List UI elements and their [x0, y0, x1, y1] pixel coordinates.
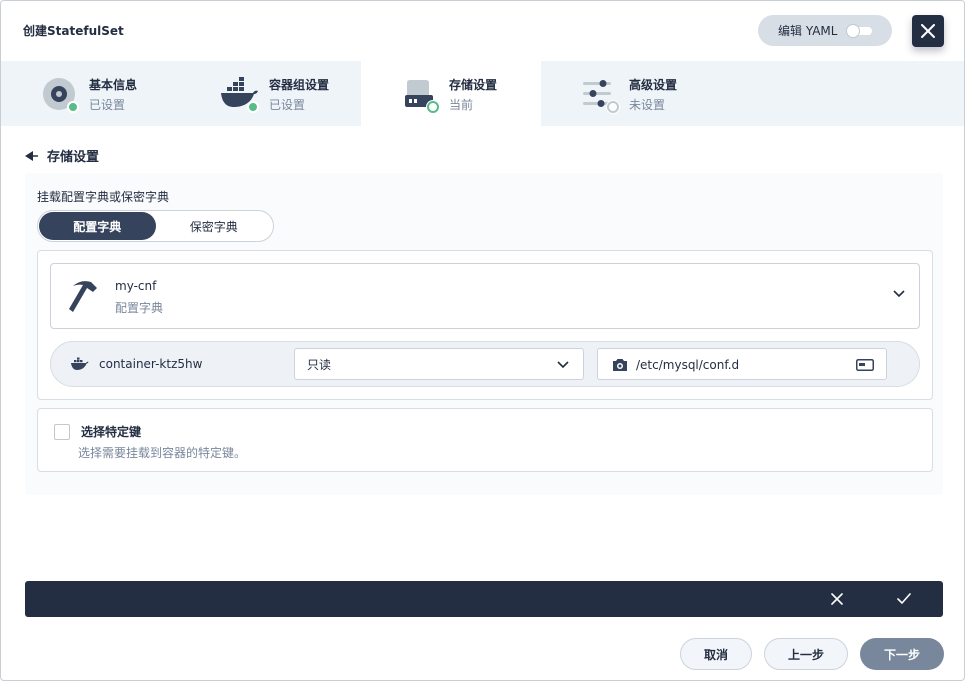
mount-type-label: 挂载配置字典或保密字典 — [37, 190, 170, 204]
storage-panel: 挂载配置字典或保密字典 配置字典 保密字典 my-cnf 配置字典 contai… — [25, 173, 943, 495]
close-icon[interactable] — [831, 593, 843, 605]
step-status: 已设置 — [269, 98, 306, 112]
cancel-button[interactable]: 取消 — [680, 638, 752, 670]
status-todo-dot — [607, 101, 619, 113]
check-icon[interactable] — [897, 593, 911, 605]
step-basic-info[interactable]: 基本信息 已设置 — [1, 61, 181, 126]
chevron-down-icon — [557, 361, 569, 369]
edit-confirm-bar — [25, 581, 943, 617]
close-icon — [921, 24, 935, 38]
next-button[interactable]: 下一步 — [860, 638, 944, 670]
status-done-dot — [247, 101, 259, 113]
container-mount-row: container-ktz5hw 只读 — [50, 341, 920, 387]
docker-icon — [71, 357, 89, 370]
step-status: 未设置 — [629, 98, 666, 112]
tab-secret[interactable]: 保密字典 — [156, 212, 273, 240]
section-title: 存储设置 — [47, 150, 100, 165]
toggle-switch-icon — [846, 24, 872, 38]
close-button[interactable] — [912, 15, 944, 47]
keyboard-icon[interactable] — [856, 359, 874, 371]
step-storage-settings[interactable]: 存储设置 当前 — [361, 61, 541, 126]
step-status: 已设置 — [89, 98, 126, 112]
mount-type-switch: 配置字典 保密字典 — [37, 210, 274, 242]
volume-card: my-cnf 配置字典 container-ktz5hw 只读 — [37, 250, 933, 400]
modal-title: 创建StatefulSet — [23, 24, 124, 38]
mount-path-input[interactable] — [636, 355, 846, 375]
tab-configmap[interactable]: 配置字典 — [39, 212, 156, 240]
selected-configmap-type: 配置字典 — [115, 301, 164, 315]
chevron-down-icon — [893, 290, 905, 298]
previous-button[interactable]: 上一步 — [764, 638, 848, 670]
status-current-dot — [427, 101, 439, 113]
create-statefulset-modal: 创建StatefulSet 编辑 YAML 基本信息 已设置 容器组设置 已设置… — [0, 0, 965, 681]
back-arrow-icon — [25, 150, 38, 161]
specific-keys-checkbox[interactable] — [54, 424, 70, 440]
container-name: container-ktz5hw — [99, 357, 203, 371]
step-title: 容器组设置 — [269, 78, 330, 92]
step-pod-settings[interactable]: 容器组设置 已设置 — [181, 61, 361, 126]
specific-keys-title: 选择特定键 — [81, 425, 142, 439]
step-title: 高级设置 — [629, 78, 678, 92]
edit-yaml-label: 编辑 YAML — [778, 24, 838, 38]
step-nav: 基本信息 已设置 容器组设置 已设置 存储设置 当前 高级设置 未设置 — [1, 61, 964, 126]
selected-configmap-name: my-cnf — [115, 279, 157, 293]
step-title: 基本信息 — [89, 78, 138, 92]
edit-yaml-toggle[interactable]: 编辑 YAML — [758, 15, 892, 46]
step-status: 当前 — [449, 98, 474, 112]
status-done-dot — [67, 101, 79, 113]
configmap-select[interactable]: my-cnf 配置字典 — [50, 263, 920, 329]
back-to-storage-settings[interactable]: 存储设置 — [25, 146, 99, 165]
specific-keys-card: 选择特定键 选择需要挂载到容器的特定键。 — [37, 408, 933, 472]
modal-header: 创建StatefulSet 编辑 YAML — [1, 1, 964, 61]
access-mode-value: 只读 — [307, 357, 332, 372]
specific-keys-description: 选择需要挂载到容器的特定键。 — [78, 446, 247, 460]
step-advanced-settings[interactable]: 高级设置 未设置 — [541, 61, 721, 126]
camera-icon — [613, 359, 627, 371]
step-title: 存储设置 — [449, 78, 498, 92]
access-mode-select[interactable]: 只读 — [294, 348, 584, 380]
mount-path-field — [597, 348, 887, 380]
hammer-icon — [69, 281, 97, 312]
